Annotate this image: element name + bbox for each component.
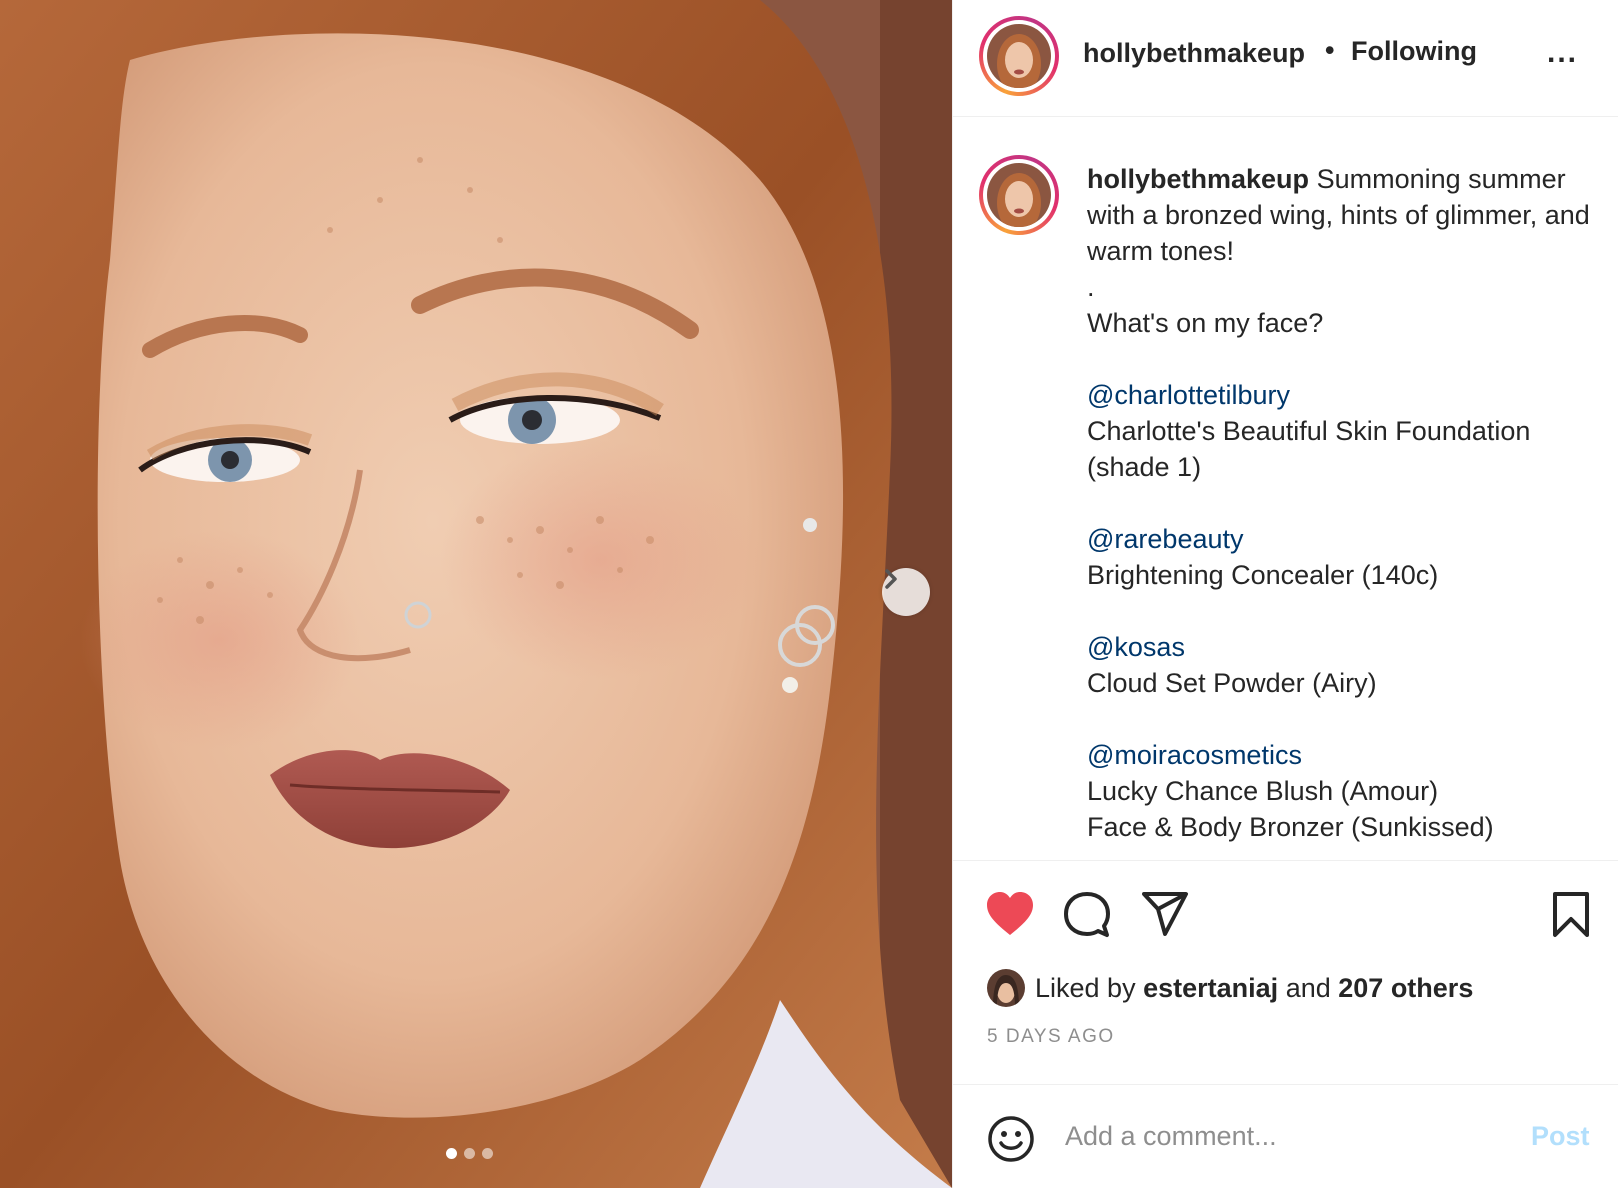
- likes-count-link[interactable]: 207 others: [1338, 973, 1473, 1003]
- caption-dot-line: .: [1087, 272, 1095, 302]
- likes-prefix: Liked by: [1035, 972, 1136, 1003]
- portrait-image: [0, 0, 952, 1188]
- product-line: Face & Body Bronzer (Sunkissed): [1087, 812, 1494, 842]
- avatar-image: [987, 163, 1051, 227]
- product-line: Charlotte's Beautiful Skin Foundation (s…: [1087, 416, 1531, 482]
- chevron-right-icon: [885, 569, 897, 589]
- author-username[interactable]: hollybethmakeup: [1083, 38, 1305, 69]
- post-comment-button[interactable]: Post: [1531, 1121, 1590, 1152]
- likes-and: and: [1285, 972, 1331, 1003]
- post-photo[interactable]: [0, 0, 952, 1188]
- post-side-panel: hollybethmakeup • Following ... hollybet…: [952, 0, 1618, 1188]
- caption-question: What's on my face?: [1087, 308, 1324, 338]
- liker-username[interactable]: estertaniaj: [1143, 973, 1278, 1003]
- caption-author-avatar[interactable]: [979, 155, 1059, 235]
- mention-link[interactable]: @kosas: [1087, 632, 1185, 662]
- next-slide-button[interactable]: [882, 568, 930, 616]
- carousel-dot: [482, 1148, 493, 1159]
- product-line: Cloud Set Powder (Airy): [1087, 668, 1377, 698]
- smiley-icon[interactable]: [987, 1115, 1035, 1163]
- caption-text: hollybethmakeup Summoning summer with a …: [1087, 161, 1597, 845]
- heart-filled-icon[interactable]: [985, 891, 1035, 937]
- more-options-button[interactable]: ...: [1547, 36, 1578, 70]
- likes-summary: Liked by estertaniaj and 207 others: [987, 968, 1473, 1008]
- avatar-image: [987, 969, 1025, 1007]
- mention-link[interactable]: @moiracosmetics: [1087, 740, 1302, 770]
- carousel-indicator: [446, 1148, 493, 1159]
- comment-input[interactable]: [1065, 1113, 1505, 1159]
- avatar-image: [987, 24, 1051, 88]
- following-button[interactable]: Following: [1351, 36, 1477, 67]
- author-avatar[interactable]: [979, 16, 1059, 96]
- caption-username[interactable]: hollybethmakeup: [1087, 164, 1309, 194]
- action-bar: [953, 860, 1618, 981]
- post-timestamp[interactable]: 5 DAYS AGO: [987, 1026, 1115, 1048]
- product-line: Brightening Concealer (140c): [1087, 560, 1439, 590]
- carousel-dot-active: [446, 1148, 457, 1159]
- comment-icon[interactable]: [1063, 891, 1111, 939]
- liker-avatar[interactable]: [987, 969, 1025, 1007]
- comment-composer: Post: [953, 1084, 1618, 1189]
- bookmark-icon[interactable]: [1551, 891, 1591, 939]
- mention-link[interactable]: @charlottetilbury: [1087, 380, 1290, 410]
- carousel-dot: [464, 1148, 475, 1159]
- caption-section: hollybethmakeup Summoning summer with a …: [953, 117, 1618, 860]
- product-line: Lucky Chance Blush (Amour): [1087, 776, 1439, 806]
- post-header: hollybethmakeup • Following ...: [953, 0, 1618, 117]
- mention-link[interactable]: @rarebeauty: [1087, 524, 1244, 554]
- header-separator: •: [1325, 35, 1335, 65]
- paper-plane-icon[interactable]: [1141, 891, 1189, 937]
